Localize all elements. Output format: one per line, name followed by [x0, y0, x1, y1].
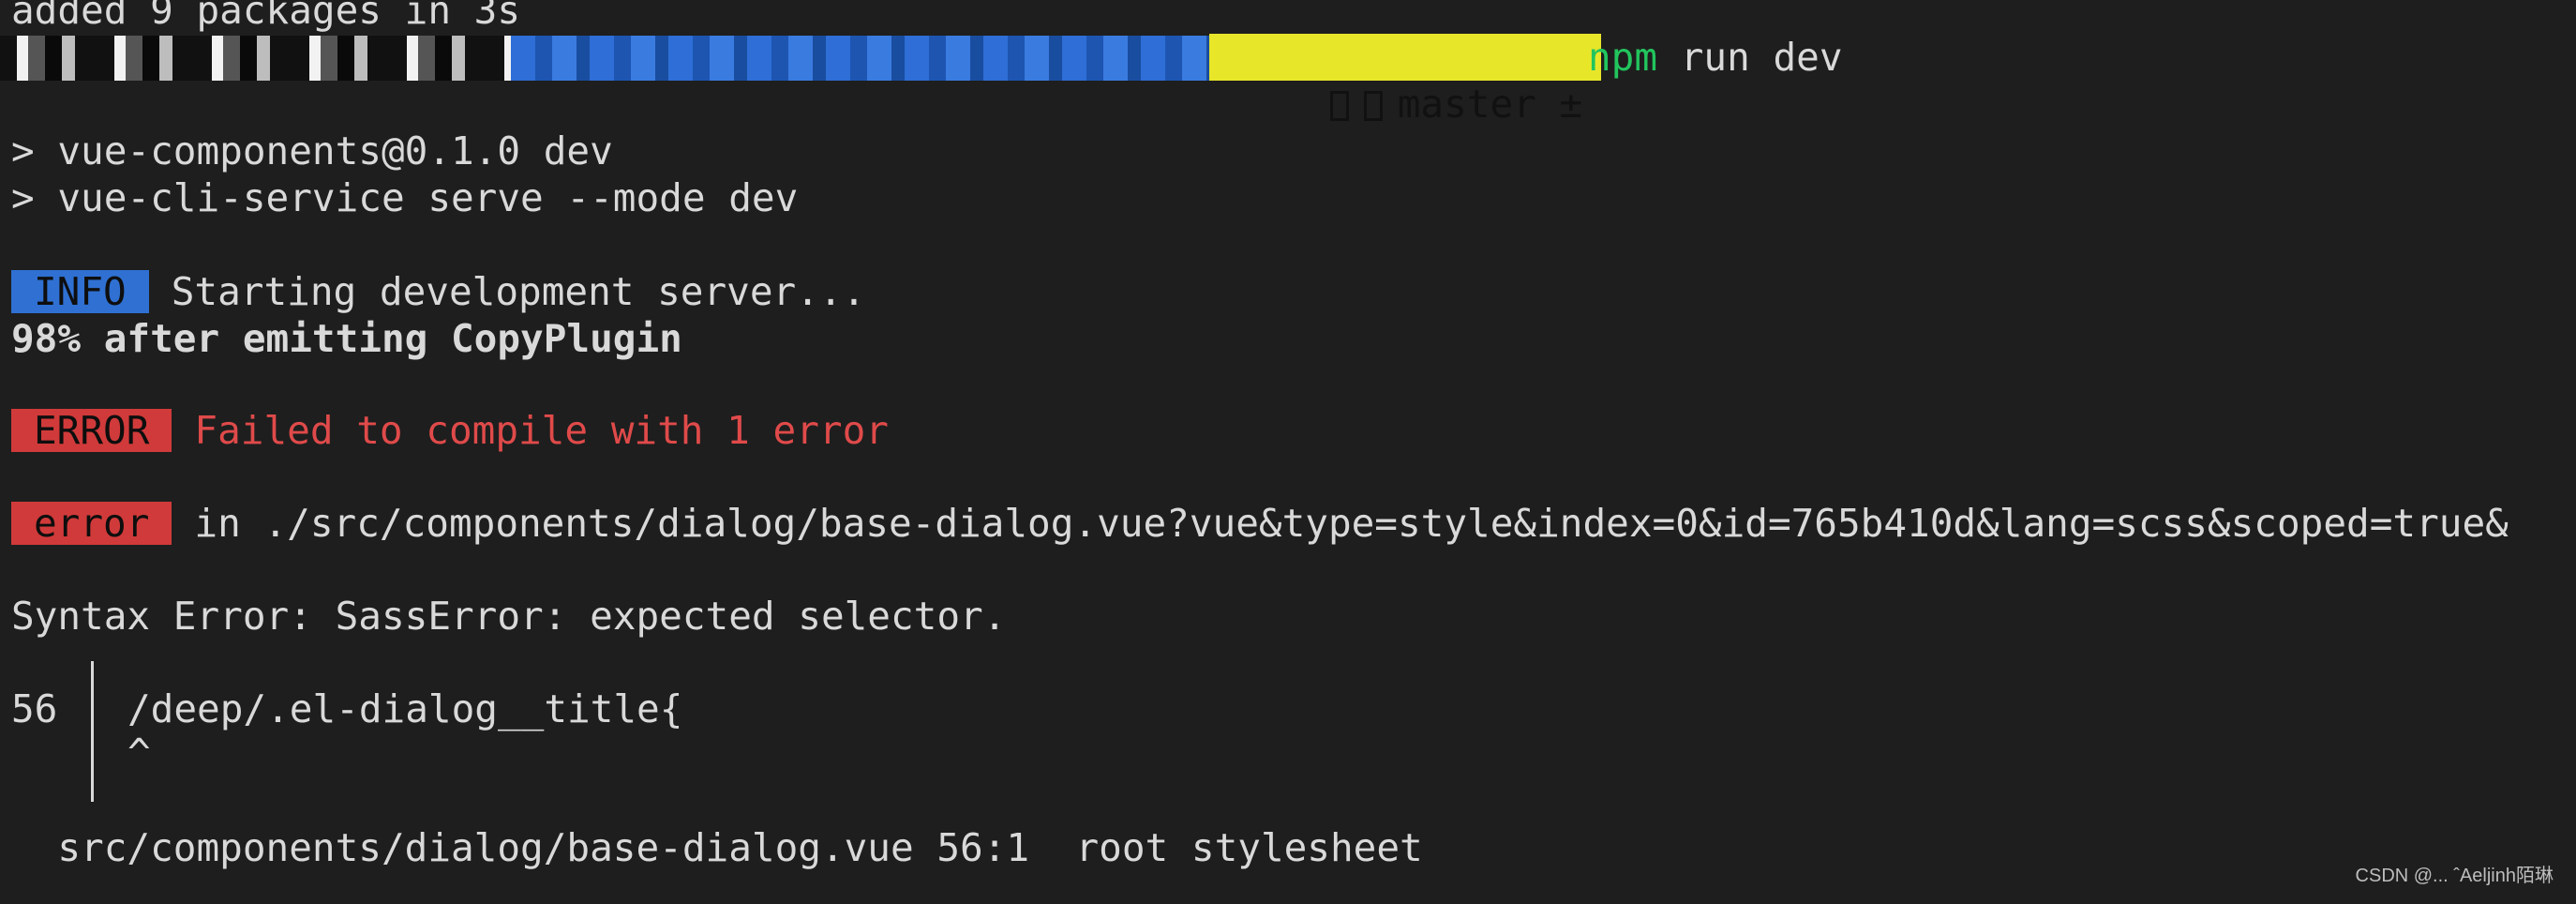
stack-line: src/components/dialog/base-dialog.vue 56… [11, 825, 1423, 870]
error-location-text: in ./src/components/dialog/base-dialog.v… [194, 501, 2509, 546]
script-line-2: > vue-cli-service serve --mode dev [11, 175, 799, 220]
powerline-separator-icon [1545, 39, 1564, 73]
progress-line: 98% after emitting CopyPlugin [11, 316, 682, 361]
script-line-1: > vue-components@0.1.0 dev [11, 128, 613, 173]
command-npm: npm [1588, 35, 1658, 80]
info-text: Starting development server... [171, 269, 866, 314]
error-summary-text: Failed to compile with 1 error [194, 408, 889, 453]
info-badge: INFO [11, 270, 149, 313]
code-caret: ^ [127, 731, 151, 776]
prompt-user-segment-redacted [0, 36, 511, 81]
git-branch-label: master ± [1397, 82, 1583, 127]
error-location-line: error in ./src/components/dialog/base-dia… [11, 500, 2509, 547]
code-gutter-divider [91, 661, 94, 802]
error-summary-line: ERROR Failed to compile with 1 error [11, 407, 889, 454]
code-line-number: 56 [11, 686, 58, 731]
git-status-icon [1363, 91, 1383, 121]
info-line: INFO Starting development server... [11, 268, 865, 315]
command-input[interactable]: npm run dev [1588, 34, 1843, 81]
prompt-path-segment-redacted [511, 36, 1209, 81]
added-packages-line: added 9 packages in 3s [11, 0, 521, 33]
git-branch-segment: master ± [1209, 34, 1602, 127]
syntax-error-line: Syntax Error: SassError: expected select… [11, 594, 1007, 639]
watermark: CSDN @... ˆAeljinh陌琳 [2355, 866, 2554, 886]
command-args: run dev [1657, 35, 1843, 80]
code-line: /deep/.el-dialog__title{ [127, 686, 683, 731]
error-badge-lower: error [11, 502, 172, 545]
error-badge: ERROR [11, 409, 172, 452]
git-branch-icon [1329, 91, 1349, 121]
